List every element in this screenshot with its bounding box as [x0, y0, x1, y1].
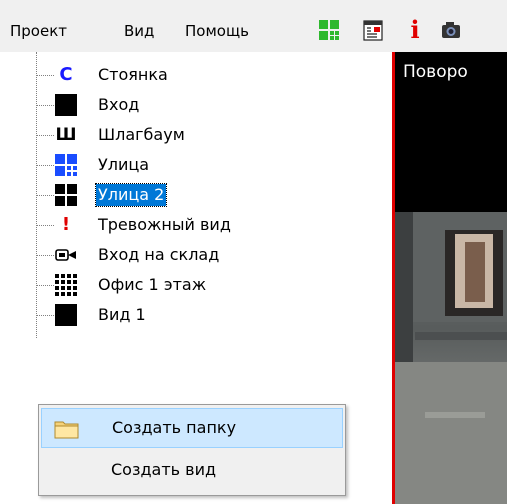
tree-item-label: Вход на склад [98, 245, 220, 264]
tree-item-label: Шлагбаум [98, 125, 185, 144]
menu-project[interactable]: Проект [10, 20, 67, 42]
camera-icon [55, 249, 76, 261]
tree-item-label: Улица [98, 155, 150, 174]
tree-item-office-floor-1[interactable]: Офис 1 этаж [0, 270, 380, 300]
letter-c-icon: C [59, 64, 73, 85]
tree-connector [36, 285, 54, 286]
camera-feed [395, 212, 507, 504]
black-square-icon [55, 94, 77, 116]
tree-connector [36, 165, 54, 166]
create-view-menu-item[interactable]: Создать вид [41, 451, 343, 491]
video-title: Поворо [403, 62, 468, 82]
menu-item-label: Создать папку [112, 418, 237, 437]
menu-help[interactable]: Помощь [185, 20, 249, 42]
tree-item-alarm-view[interactable]: ! Тревожный вид [0, 210, 380, 240]
tree-item-label: Стоянка [98, 65, 168, 84]
tree-item-street[interactable]: Улица [0, 150, 380, 180]
tree-item-label: Вход [98, 95, 140, 114]
tree-item-label: Вид 1 [98, 305, 146, 324]
folder-icon [54, 421, 79, 439]
tree-item-parking[interactable]: C Стоянка [0, 60, 380, 90]
context-menu: Создать папку Создать вид [38, 404, 346, 496]
tree-connector [36, 195, 54, 196]
camera-feed-image [395, 212, 507, 504]
menu-view[interactable]: Вид [124, 20, 154, 42]
tree-connector [36, 75, 54, 76]
tree-item-label: Улица 2 [94, 183, 168, 207]
tree-connector [36, 225, 54, 226]
dense-grid-icon [55, 274, 77, 296]
letter-sh-icon: Ш [55, 125, 77, 145]
tree-item-entrance[interactable]: Вход [0, 90, 380, 120]
views-tree: C Стоянка Вход Ш Шлагбаум Улица Улица 2 … [0, 52, 390, 392]
tree-connector [36, 105, 54, 106]
black-square-icon [55, 304, 77, 326]
info-icon[interactable]: i [404, 18, 426, 42]
camera-icon[interactable] [440, 19, 462, 41]
menu-item-label: Создать вид [111, 460, 217, 479]
create-folder-menu-item[interactable]: Создать папку [41, 408, 343, 448]
calendar-icon[interactable] [362, 19, 384, 41]
black-grid-icon [55, 184, 77, 206]
grid-layout-icon[interactable] [318, 19, 340, 41]
tree-item-label: Тревожный вид [98, 215, 231, 234]
tree-item-view-1[interactable]: Вид 1 [0, 300, 380, 330]
video-panel[interactable]: Поворо [392, 52, 507, 504]
menu-bar: Проект Вид Помощь i [0, 0, 507, 52]
blue-grid-icon [55, 154, 77, 176]
exclamation-icon: ! [61, 214, 71, 235]
tree-connector [36, 135, 54, 136]
tree-item-label: Офис 1 этаж [98, 275, 207, 294]
tree-connector [36, 255, 54, 256]
tree-item-street-2[interactable]: Улица 2 [0, 180, 380, 210]
tree-item-warehouse-entrance[interactable]: Вход на склад [0, 240, 380, 270]
tree-item-barrier[interactable]: Ш Шлагбаум [0, 120, 380, 150]
tree-connector [36, 315, 54, 316]
